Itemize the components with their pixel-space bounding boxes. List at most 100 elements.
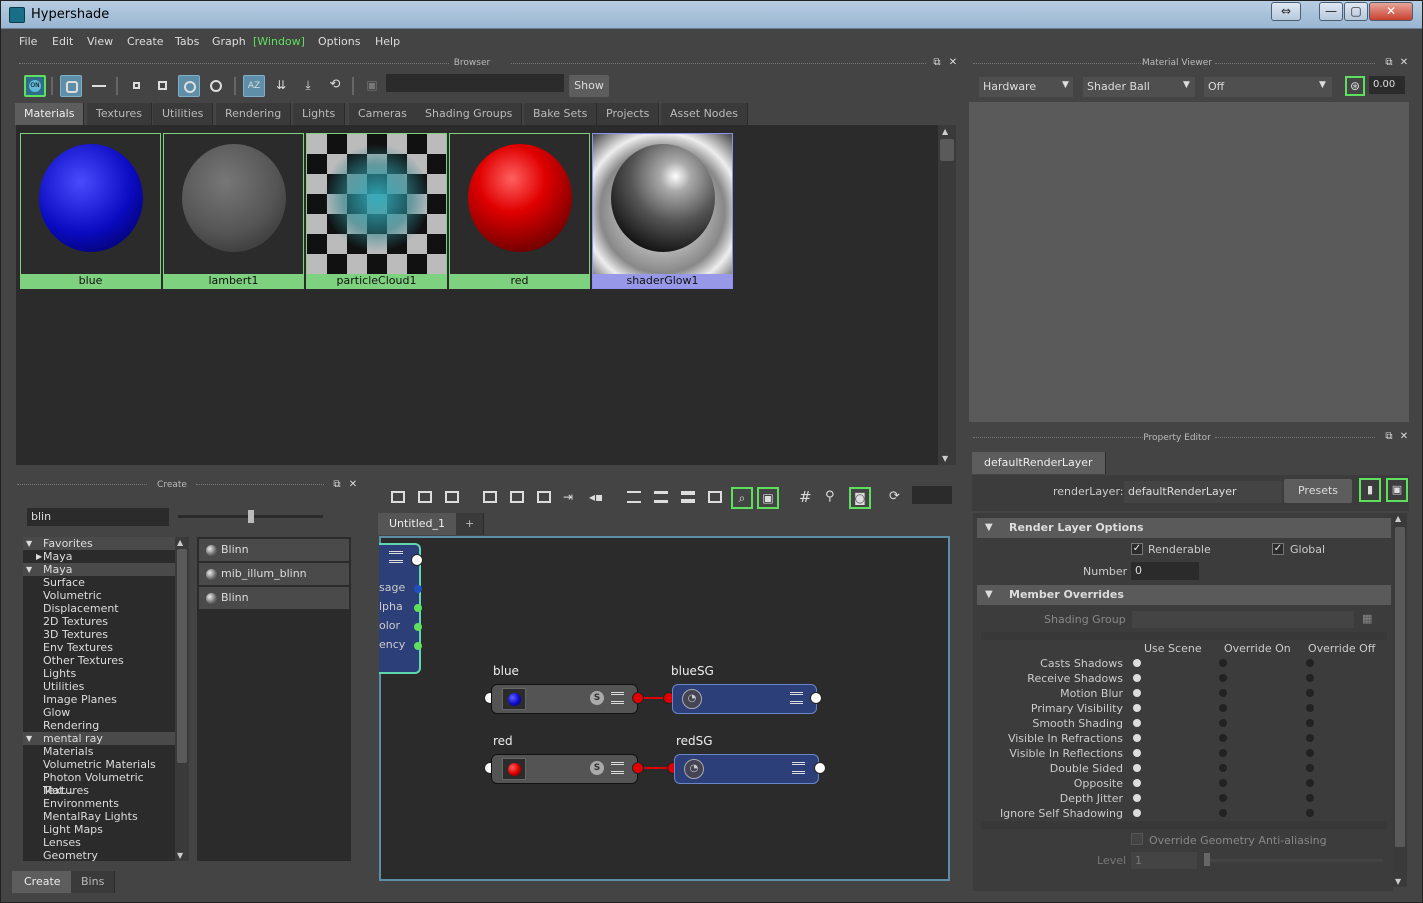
menu-graph[interactable]: Graph [212,35,246,48]
menu-file[interactable]: File [19,35,37,48]
create-bookmark-icon[interactable]: ◂▪ [589,490,603,504]
tab-shading-groups[interactable]: Shading Groups [416,103,523,125]
expand-arrow-icon[interactable]: ▶ [36,550,42,563]
green-port[interactable] [414,604,422,612]
tree-item[interactable]: ▶ Maya [23,550,175,563]
tab-utilities[interactable]: Utilities [153,103,214,125]
override-off-radio[interactable] [1306,704,1314,712]
use-scene-radio[interactable] [1133,749,1141,757]
frame-selection-icon[interactable]: ▣ [757,487,779,509]
tab-lights[interactable]: Lights [293,103,346,125]
node-graph-canvas[interactable]: sage lpha olor ency blue S blueSG ◔ red [379,536,950,881]
refresh-icon[interactable]: ⟳ [889,489,900,504]
menu-options[interactable]: Options [318,35,360,48]
swatch-red[interactable]: red [449,133,590,289]
use-scene-radio[interactable] [1133,659,1141,667]
presets-button[interactable]: Presets [1284,479,1352,503]
swatch-toggle-icon[interactable]: S [590,761,604,775]
shading-group-field[interactable] [1132,611,1354,628]
override-off-radio[interactable] [1306,794,1314,802]
create-search-field[interactable]: blin [27,508,169,526]
section-render-layer-options[interactable]: ▼ Render Layer Options [977,518,1391,538]
node-list-item[interactable]: Blinn [199,539,349,561]
override-off-radio[interactable] [1306,734,1314,742]
tree-item[interactable]: 2D Textures [23,615,175,628]
small-icons-button[interactable] [126,75,148,97]
tree-item[interactable]: 3D Textures [23,628,175,641]
sort-by-time-icon[interactable]: ⤓ [297,75,319,97]
use-scene-radio[interactable] [1133,704,1141,712]
shading-group-node-bluesg[interactable]: ◔ [672,684,817,714]
swatch-shaderglow1[interactable]: shaderGlow1 [592,133,733,289]
use-scene-radio[interactable] [1133,779,1141,787]
browser-search-field[interactable] [386,74,564,92]
override-on-radio[interactable] [1219,659,1227,667]
property-scrollbar[interactable]: ▲ ▼ [1393,513,1407,887]
extra-large-icons-button[interactable] [205,75,227,97]
slider-handle[interactable] [1204,853,1210,866]
search-icon[interactable]: ⌕ [731,487,753,509]
float-panel-icon[interactable]: ⧉ [1384,58,1394,68]
collapse-arrow-icon[interactable]: ▼ [26,537,32,550]
override-on-radio[interactable] [1219,719,1227,727]
tab-materials[interactable]: Materials [15,103,85,125]
renderer-dropdown[interactable]: Hardware [979,77,1073,97]
shading-group-node-redsg[interactable]: ◔ [674,754,819,784]
restore-layout-button[interactable]: ⇔ [1271,2,1301,21]
swatch-lambert1[interactable]: lambert1 [163,133,304,289]
tree-item[interactable]: Textures [23,784,175,797]
tab-asset-nodes[interactable]: Asset Nodes [661,103,749,125]
override-off-radio[interactable] [1306,749,1314,757]
tree-item[interactable]: Lights [23,667,175,680]
output-port[interactable] [632,692,644,704]
tree-item[interactable]: Geometry [23,849,175,861]
shader-node-red[interactable]: S [491,754,638,784]
environment-dropdown[interactable]: Off [1204,77,1332,97]
tree-item[interactable]: Light Maps [23,823,175,836]
close-panel-icon[interactable]: ✕ [348,480,358,490]
tree-item[interactable]: Other Textures [23,654,175,667]
view-toggle-icon[interactable]: ON [24,75,46,97]
swatch-particlecloud1[interactable]: particleCloud1 [306,133,447,289]
snap-icon[interactable]: ⚲ [825,489,835,504]
geometry-dropdown[interactable]: Shader Ball [1083,77,1195,97]
reverse-sort-icon[interactable]: ⟲ [324,75,346,97]
float-panel-icon[interactable]: ⧉ [932,58,942,68]
list-view-button[interactable] [88,75,110,97]
minimize-button[interactable]: — [1319,2,1343,21]
tree-item[interactable]: Image Planes [23,693,175,706]
tree-item[interactable]: Rendering [23,719,175,732]
large-icons-button[interactable] [178,75,200,97]
tab-create[interactable]: Create [12,871,74,893]
tree-item[interactable]: Materials [23,745,175,758]
output-port[interactable] [411,554,423,566]
tab-bins[interactable]: Bins [71,871,116,893]
menu-view[interactable]: View [87,35,113,48]
tab-default-render-layer[interactable]: defaultRenderLayer [972,452,1106,474]
override-aa-checkbox[interactable] [1131,833,1143,845]
remove-selected-icon[interactable] [537,491,551,503]
material-viewer-viewport[interactable] [969,102,1409,422]
hide-attributes-icon[interactable] [627,491,641,503]
float-panel-icon[interactable]: ⧉ [332,480,342,490]
use-scene-radio[interactable] [1133,734,1141,742]
override-off-radio[interactable] [1306,764,1314,772]
exposure-field[interactable]: 0.00 [1369,76,1405,94]
attribute-menu-icon[interactable] [790,692,803,704]
tree-category-header[interactable]: ▼ mental ray [23,732,175,745]
tab-textures[interactable]: Textures [87,103,152,125]
graph-input-connections-icon[interactable] [391,491,405,503]
close-panel-icon[interactable]: ✕ [1399,432,1409,442]
rearrange-graph-icon[interactable]: ⇥ [563,490,573,504]
show-primary-icon[interactable] [681,491,695,503]
override-off-radio[interactable] [1306,689,1314,697]
close-panel-icon[interactable]: ✕ [1399,58,1409,68]
icon-view-button[interactable] [60,75,82,97]
partial-node[interactable]: sage lpha olor ency [379,543,423,674]
global-checkbox[interactable]: ✓ [1272,543,1284,555]
node-list-item[interactable]: mib_illum_blinn [199,563,349,585]
override-on-radio[interactable] [1219,749,1227,757]
swatch-toggle-icon[interactable]: S [590,691,604,705]
swatch-blue[interactable]: blue [20,133,161,289]
green-port[interactable] [414,642,422,650]
